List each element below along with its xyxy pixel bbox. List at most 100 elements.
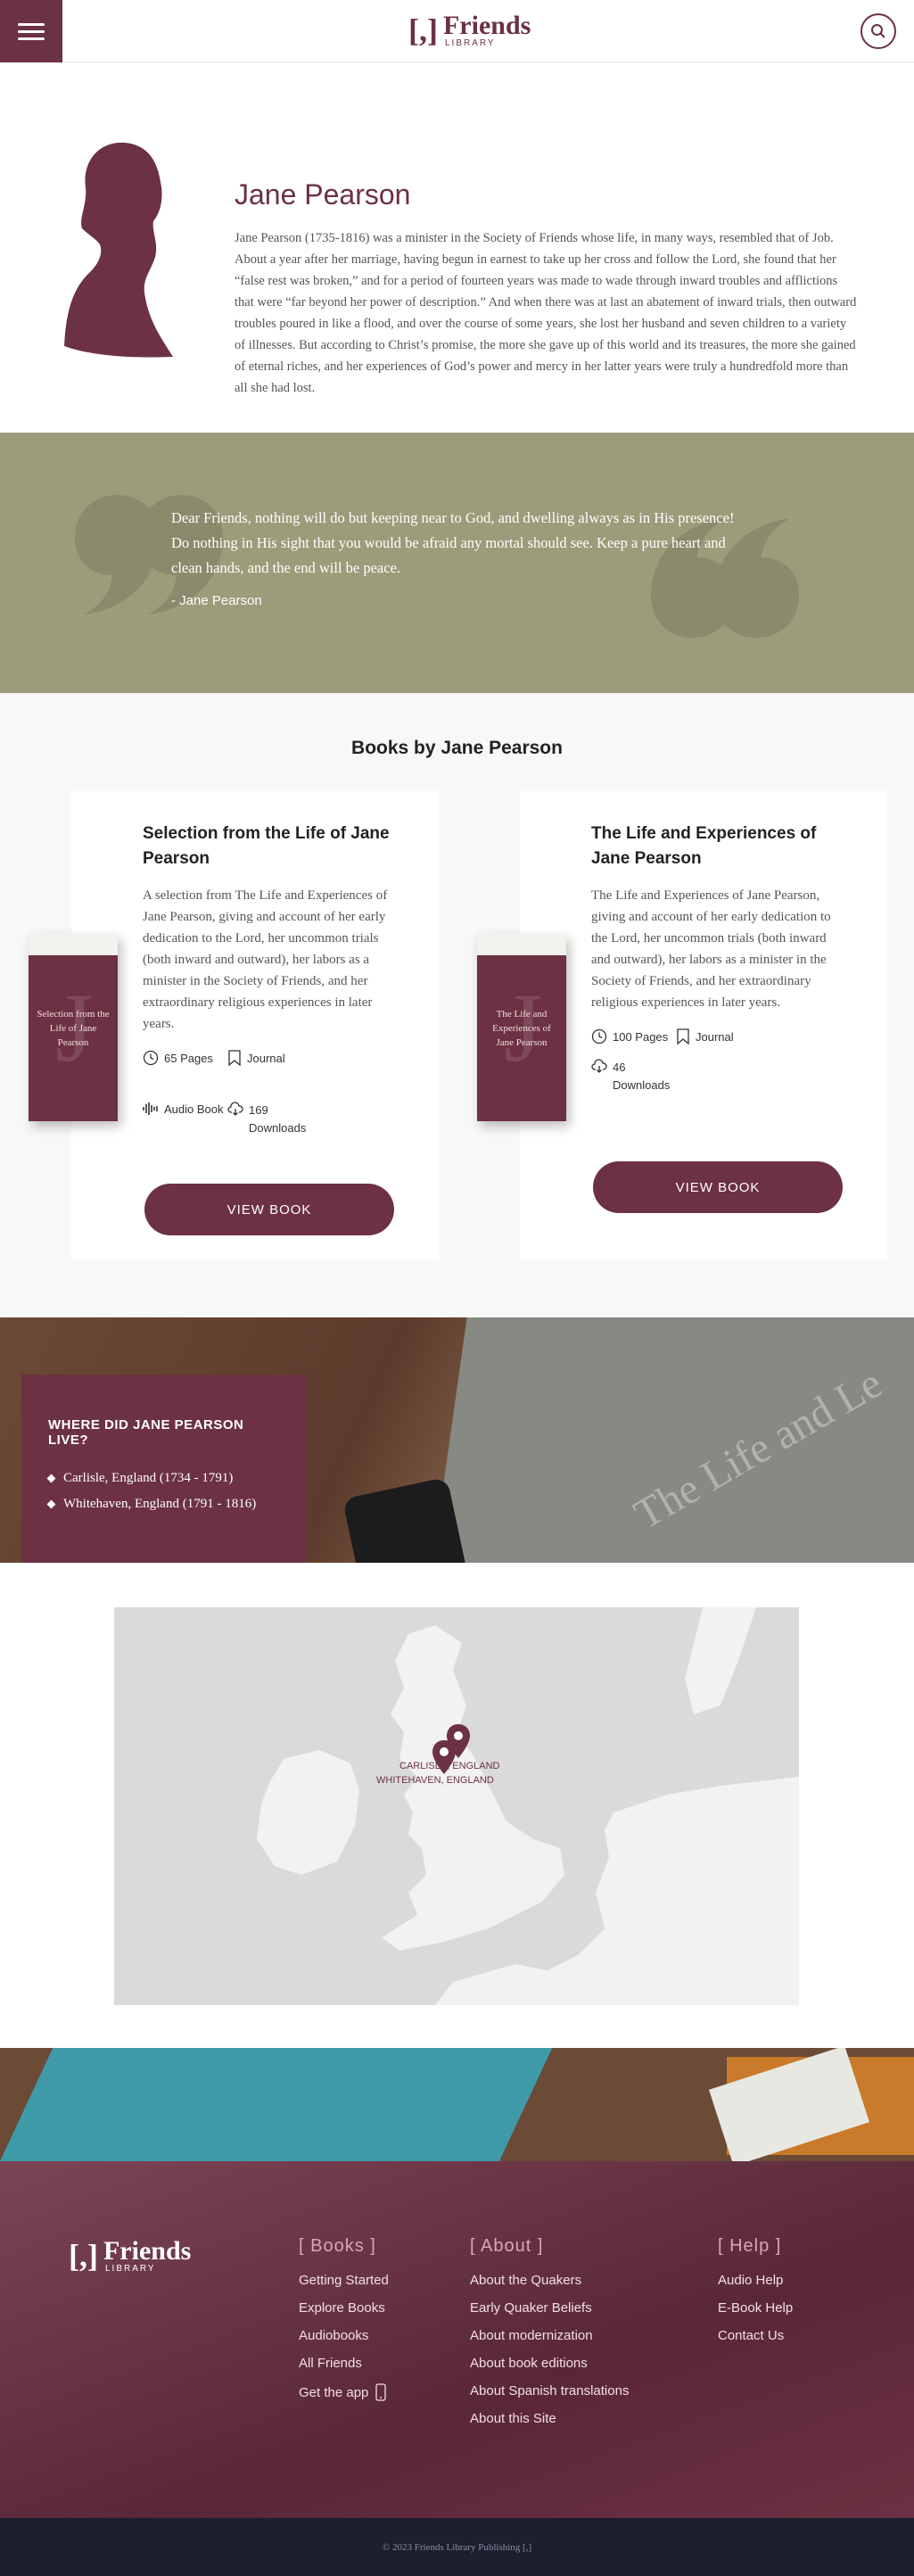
residence-item: Whitehaven, England (1791 - 1816): [46, 1497, 280, 1512]
cover-top-band: [477, 934, 566, 955]
view-book-button[interactable]: VIEW BOOK: [144, 1184, 394, 1235]
author-bio-text: Jane Pearson (1735-1816) was a minister …: [235, 231, 857, 395]
cover-title: The Life and Experiences of Jane Pearson: [492, 1009, 551, 1048]
book-title[interactable]: The Life and Experiences of Jane Pearson: [591, 822, 859, 871]
footer-link[interactable]: Early Quaker Beliefs: [470, 2300, 629, 2316]
residence-item: Carlisle, England (1734 - 1791): [46, 1471, 280, 1486]
logo-name: Friends: [103, 2236, 192, 2266]
footer-column-help: [ Help ] Audio Help E-Book Help Contact …: [718, 2236, 793, 2356]
view-book-button[interactable]: VIEW BOOK: [593, 1161, 843, 1213]
book-title[interactable]: Selection from the Life of Jane Pearson: [143, 822, 410, 871]
menu-bar-icon: [18, 37, 45, 40]
logo-sub: LIBRARY: [444, 38, 496, 48]
site-logo[interactable]: [,] Friends LIBRARY: [408, 12, 531, 48]
book-type-label: Journal: [696, 1029, 734, 1044]
book-cover-image[interactable]: J Selection from the Life of Jane Pearso…: [29, 934, 118, 1121]
books-heading: Books by Jane Pearson: [351, 738, 563, 758]
footer-link[interactable]: Audiobooks: [299, 2328, 389, 2343]
residence-box: WHERE DID JANE PEARSON LIVE? Carlisle, E…: [21, 1375, 307, 1587]
book-card: J The Life and Experiences of Jane Pears…: [477, 791, 887, 1260]
search-button[interactable]: [860, 13, 896, 49]
book-pages: 100 Pages: [591, 1028, 668, 1044]
search-icon: [871, 24, 885, 38]
footer-heading: [ About ]: [470, 2236, 544, 2256]
footer-link[interactable]: Contact Us: [718, 2328, 793, 2343]
residence-heading: WHERE DID JANE PEARSON LIVE?: [48, 1417, 244, 1448]
copyright-bar: © 2023 Friends Library Publishing [,]: [0, 2518, 914, 2576]
footer-link[interactable]: Explore Books: [299, 2300, 389, 2316]
book-pages-label: 100 Pages: [613, 1029, 669, 1044]
banner-book-teal: [0, 2048, 553, 2161]
cover-title: Selection from the Life of Jane Pearson: [37, 1009, 110, 1048]
residence-label: Carlisle, England (1734 - 1791): [63, 1471, 234, 1485]
book-type: Journal: [227, 1050, 285, 1066]
logo-name: Friends: [442, 11, 531, 40]
footer-link-get-app[interactable]: Get the app: [299, 2383, 389, 2401]
book-downloads: 46 Downloads: [591, 1059, 675, 1094]
quote-text: Dear Friends, nothing will do but keepin…: [171, 509, 735, 576]
author-name: Jane Pearson: [235, 178, 411, 211]
bookmark-icon: [677, 1028, 689, 1044]
footer-logo[interactable]: [,] Friends LIBRARY: [69, 2238, 191, 2274]
book-audio-label: Audio Book: [164, 1102, 224, 1116]
footer-link[interactable]: All Friends: [299, 2356, 389, 2371]
cloud-download-icon: [227, 1102, 243, 1116]
book-pages-label: 65 Pages: [164, 1051, 213, 1065]
copyright-text: © 2023 Friends Library Publishing [,]: [382, 2541, 532, 2553]
author-bio: Jane Pearson Jane Pearson (1735-1816) wa…: [0, 62, 914, 433]
book-downloads: 169 Downloads: [227, 1102, 311, 1137]
footer-link[interactable]: Audio Help: [718, 2273, 793, 2288]
footer-link[interactable]: E-Book Help: [718, 2300, 793, 2316]
menu-bar-icon: [18, 22, 45, 26]
book-type-label: Journal: [247, 1051, 285, 1065]
logo-bracket: [,]: [69, 2238, 98, 2274]
logo-text: Friends LIBRARY: [103, 2238, 191, 2274]
footer-link[interactable]: About modernization: [470, 2328, 629, 2343]
book-pages: 65 Pages: [143, 1050, 213, 1066]
footer-column-books: [ Books ] Getting Started Explore Books …: [299, 2236, 389, 2414]
book-audio[interactable]: Audio Book: [143, 1102, 224, 1116]
cover-top-band: [29, 934, 118, 955]
phone-icon: [375, 2383, 387, 2401]
map-land-shapes: [114, 1607, 799, 2005]
diamond-bullet-icon: [46, 1499, 56, 1509]
map-label: CARLISLE, ENGLAND: [399, 1761, 500, 1771]
cloud-download-icon: [591, 1059, 607, 1073]
map-label: WHITEHAVEN, ENGLAND: [376, 1775, 494, 1786]
footer-link[interactable]: About book editions: [470, 2356, 629, 2371]
residence-label: Whitehaven, England (1791 - 1816): [63, 1497, 257, 1511]
book-cover-image[interactable]: J The Life and Experiences of Jane Pears…: [477, 934, 566, 1121]
footer-heading: [ Help ]: [718, 2236, 782, 2256]
diamond-bullet-icon: [46, 1474, 56, 1483]
logo-sub: LIBRARY: [104, 2264, 156, 2274]
quote-author: - Jane Pearson: [171, 593, 262, 608]
bookmark-icon: [228, 1050, 241, 1066]
map-section: CARLISLE, ENGLAND WHITEHAVEN, ENGLAND: [0, 1563, 914, 2048]
residence-map[interactable]: CARLISLE, ENGLAND WHITEHAVEN, ENGLAND: [114, 1607, 799, 2005]
book-description: The Life and Experiences of Jane Pearson…: [591, 888, 831, 1010]
footer-link-label: Get the app: [299, 2384, 369, 2400]
logo-text: Friends LIBRARY: [443, 12, 531, 48]
site-footer: [,] Friends LIBRARY [ Books ] Getting St…: [0, 2161, 914, 2518]
footer-link[interactable]: Getting Started: [299, 2273, 389, 2288]
books-banner-image: [0, 2048, 914, 2161]
books-section: Books by Jane Pearson J Selection from t…: [0, 693, 914, 1317]
residence-section: The Life and Le WHERE DID JANE PEARSON L…: [0, 1317, 914, 1605]
book-downloads-label: 46 Downloads: [613, 1061, 671, 1092]
book-type: Journal: [676, 1028, 734, 1044]
footer-heading: [ Books ]: [299, 2236, 376, 2256]
logo-bracket: [,]: [408, 12, 438, 48]
audio-waveform-icon: [143, 1102, 158, 1115]
site-header: [,] Friends LIBRARY: [0, 0, 914, 62]
quote-section: Dear Friends, nothing will do but keepin…: [0, 433, 914, 693]
hamburger-menu-button[interactable]: [0, 0, 62, 62]
footer-column-about: [ About ] About the Quakers Early Quaker…: [470, 2236, 629, 2439]
book-downloads-label: 169 Downloads: [249, 1103, 307, 1135]
footer-link[interactable]: About this Site: [470, 2411, 629, 2426]
footer-link[interactable]: About the Quakers: [470, 2273, 629, 2288]
author-silhouette: [64, 142, 173, 358]
clock-icon: [143, 1050, 159, 1066]
clock-icon: [591, 1028, 607, 1044]
book-description: A selection from The Life and Experience…: [143, 888, 388, 1031]
footer-link[interactable]: About Spanish translations: [470, 2383, 629, 2398]
